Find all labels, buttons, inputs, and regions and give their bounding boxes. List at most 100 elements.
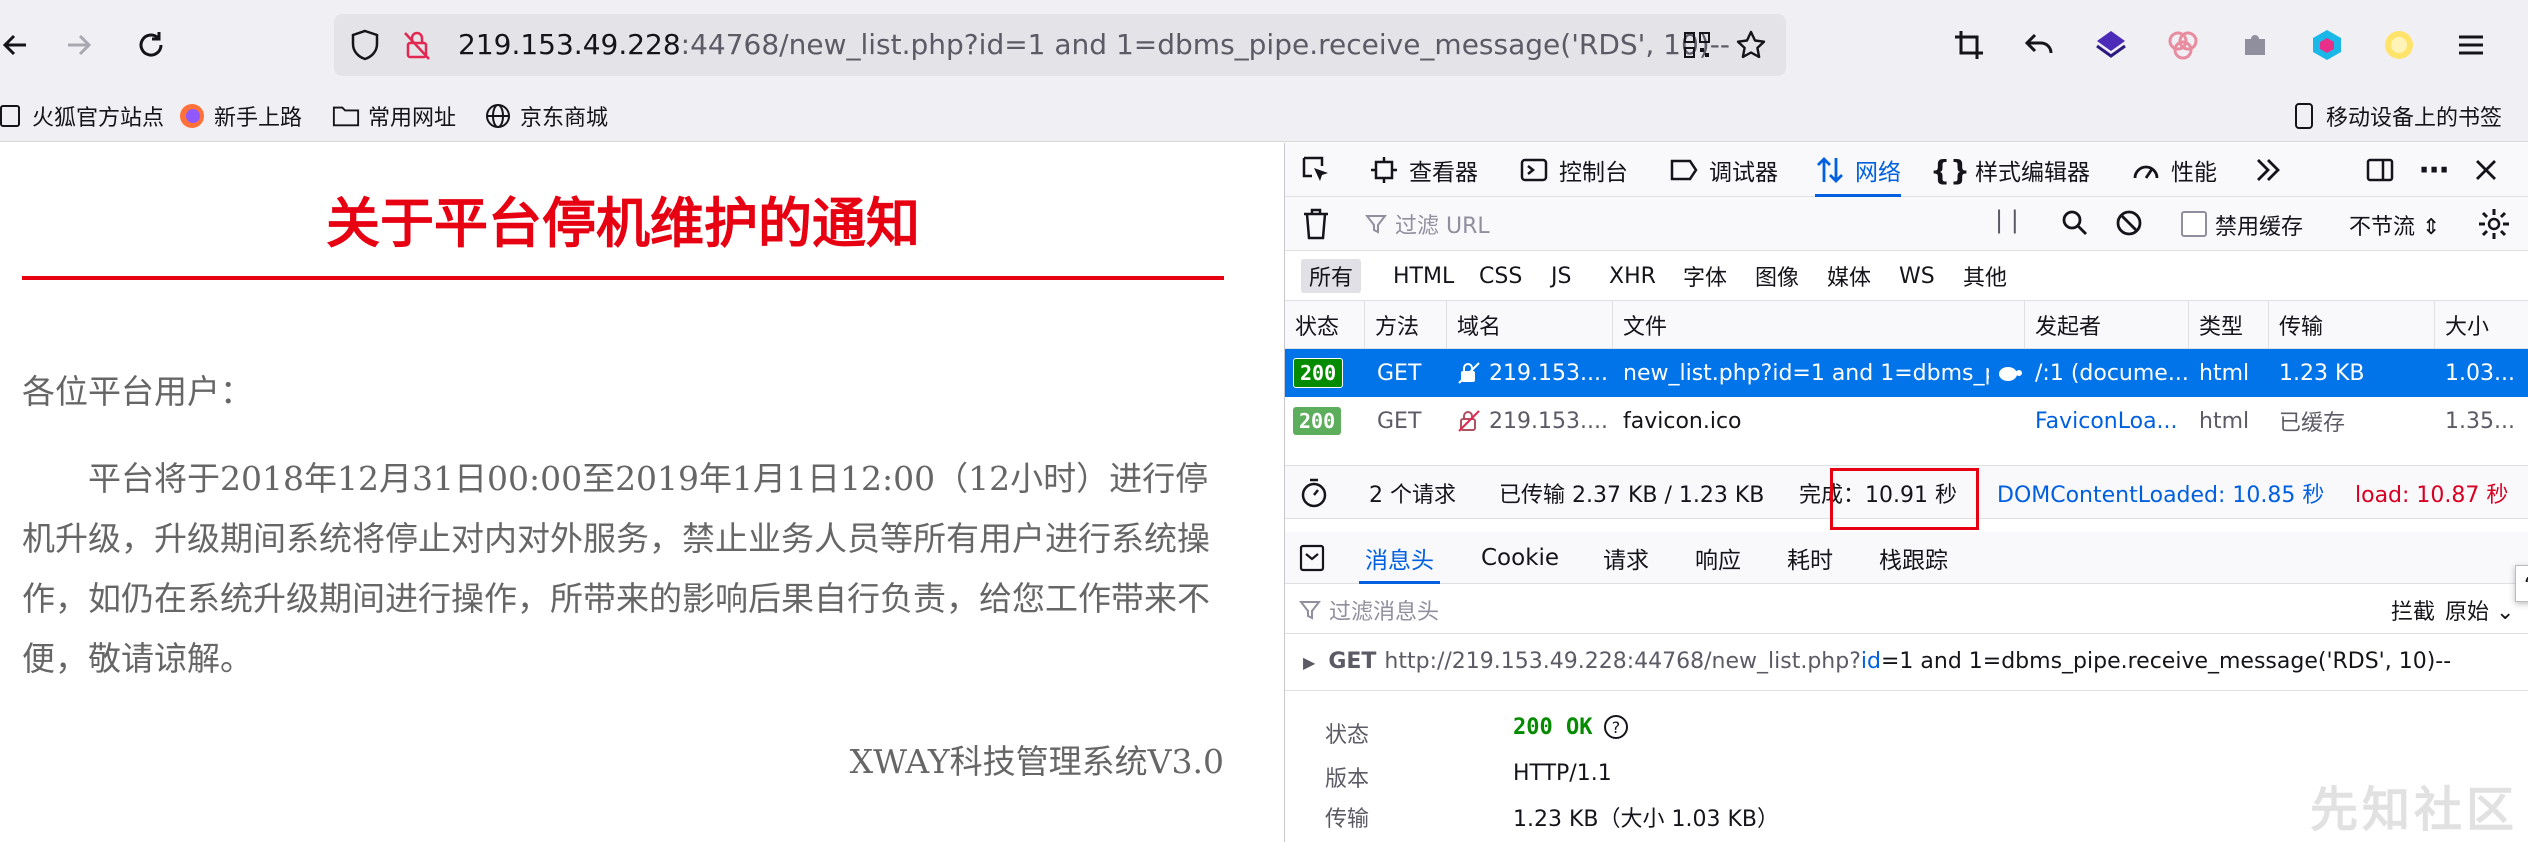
column-size[interactable]: 大小: [2435, 301, 2528, 349]
type-filter-css[interactable]: CSS: [1471, 259, 1530, 293]
bookmark-mobile[interactable]: 移动设备上的书签: [2290, 98, 2502, 134]
column-initiator[interactable]: 发起者: [2025, 301, 2189, 349]
request-summary-line[interactable]: ▶ GET http://219.153.49.228:44768/new_lis…: [1303, 649, 2451, 674]
url-host: 219.153.49.228: [458, 28, 681, 61]
gear-icon: [2479, 209, 2509, 239]
type-filter-xhr[interactable]: XHR: [1601, 259, 1664, 293]
shield-icon[interactable]: [348, 28, 382, 62]
stopwatch-icon[interactable]: [1299, 466, 1329, 520]
type-filter-other[interactable]: 其他: [1955, 259, 2015, 293]
search-icon: [2062, 210, 2087, 235]
tab-headers[interactable]: 消息头: [1359, 532, 1440, 584]
summary-dom-content-loaded: DOMContentLoaded: 10.85 秒: [1997, 483, 2325, 508]
divider: [1285, 690, 2528, 691]
table-row[interactable]: 200 GET 219.153.... favicon.ico FaviconL…: [1285, 397, 2528, 445]
tab-label: 网络: [1855, 160, 1901, 186]
dock-toggle-button[interactable]: [2365, 143, 2405, 197]
bookmark-getting-started[interactable]: 新手上路: [178, 98, 302, 134]
extension-puzzle-icon[interactable]: [2234, 24, 2276, 66]
tab-stack-trace[interactable]: 栈跟踪: [1879, 532, 1948, 584]
insecure-lock-icon[interactable]: [400, 28, 434, 62]
column-domain[interactable]: 域名: [1447, 301, 1613, 349]
block-button[interactable]: 拦截: [2391, 594, 2435, 626]
clear-requests-button[interactable]: [1301, 207, 1331, 247]
headers-filter-input[interactable]: 过滤消息头: [1299, 594, 1439, 626]
close-panel-icon[interactable]: [1299, 532, 1325, 584]
tab-style-editor[interactable]: {} 样式编辑器: [1930, 143, 2090, 197]
column-method[interactable]: 方法: [1365, 301, 1447, 349]
undo-icon[interactable]: [2018, 24, 2060, 66]
request-initiator[interactable]: FaviconLoa...: [2025, 397, 2189, 445]
request-table-header: 状态 方法 域名 文件 发起者 类型 传输 大小: [1285, 301, 2528, 349]
status-code-text: 200 OK: [1513, 714, 1593, 740]
type-filter-all[interactable]: 所有: [1301, 259, 1362, 293]
forward-button[interactable]: [56, 22, 102, 68]
pause-button[interactable]: | |: [1995, 206, 2019, 234]
tab-label: 查看器: [1409, 160, 1478, 186]
block-requests-button[interactable]: [2115, 209, 2143, 243]
address-bar[interactable]: 219.153.49.228:44768/new_list.php?id=1 a…: [334, 14, 1786, 76]
qr-code-icon[interactable]: [1680, 28, 1714, 62]
tracker-turtle-icon: [1985, 349, 2025, 397]
throttle-select[interactable]: 不节流 ⇕: [2349, 209, 2440, 241]
extension-yellow-circle-icon[interactable]: [2378, 24, 2420, 66]
type-filter-ws[interactable]: WS: [1891, 259, 1943, 293]
tab-label: 调试器: [1709, 160, 1778, 186]
type-filter-media[interactable]: 媒体: [1819, 259, 1879, 293]
bookmark-star-icon[interactable]: [1734, 28, 1768, 62]
disable-cache-label: 禁用缓存: [2215, 215, 2304, 240]
hamburger-menu-icon[interactable]: [2450, 24, 2492, 66]
extension-layers-icon[interactable]: [2090, 24, 2132, 66]
search-button[interactable]: [2061, 209, 2089, 243]
column-status[interactable]: 状态: [1285, 301, 1365, 349]
type-filter-html[interactable]: HTML: [1385, 259, 1462, 293]
tab-performance[interactable]: 性能: [2131, 143, 2217, 197]
tab-debugger[interactable]: 调试器: [1669, 143, 1778, 197]
tab-cookies[interactable]: Cookie: [1481, 532, 1559, 584]
column-type[interactable]: 类型: [2189, 301, 2269, 349]
tab-timings[interactable]: 耗时: [1787, 532, 1833, 584]
extension-circles-icon[interactable]: [2162, 24, 2204, 66]
element-picker-button[interactable]: [1301, 143, 1341, 197]
bookmark-firefox-official[interactable]: 火狐官方站点: [0, 98, 164, 134]
more-tools-button[interactable]: [2253, 143, 2293, 197]
bookmark-jd-mall[interactable]: 京东商城: [484, 98, 608, 134]
screenshot-icon[interactable]: [1948, 24, 1990, 66]
url-filter-input[interactable]: 过滤 URL: [1365, 205, 1865, 243]
tab-label: 性能: [2171, 160, 2217, 186]
request-size: 1.03...: [2445, 360, 2515, 386]
close-icon: [2471, 155, 2501, 185]
bookmark-label: 京东商城: [520, 106, 609, 131]
request-line-param: id: [1860, 649, 1881, 674]
tab-network[interactable]: 网络: [1815, 143, 1901, 197]
close-devtools-button[interactable]: [2471, 143, 2511, 197]
devtools-toolbar: 查看器 控制台 调试器 网络 {} 样式编辑器 性能 ⋯: [1285, 143, 2528, 197]
disable-cache-checkbox[interactable]: [2181, 211, 2207, 237]
type-filter-font[interactable]: 字体: [1675, 259, 1735, 293]
raw-toggle[interactable]: 原始 ⌄: [2445, 594, 2514, 626]
arrow-right-icon: [68, 34, 92, 56]
tab-inspector[interactable]: 查看器: [1369, 143, 1478, 197]
bookmark-label: 常用网址: [368, 106, 457, 131]
url-text[interactable]: 219.153.49.228:44768/new_list.php?id=1 a…: [458, 26, 1730, 64]
extension-cube-icon[interactable]: [2306, 24, 2348, 66]
back-button[interactable]: [0, 22, 38, 68]
column-transferred[interactable]: 传输: [2269, 301, 2435, 349]
table-row[interactable]: 200 GET 219.153.... new_list.php?id=1 an…: [1285, 349, 2528, 397]
tab-response[interactable]: 响应: [1695, 532, 1741, 584]
bookmark-label: 新手上路: [214, 106, 303, 131]
type-filter-images[interactable]: 图像: [1747, 259, 1807, 293]
tab-console[interactable]: 控制台: [1519, 143, 1628, 197]
watermark: 先知社区: [2309, 782, 2518, 838]
type-filter-js[interactable]: JS: [1543, 259, 1579, 293]
help-icon[interactable]: ?: [1602, 713, 1630, 741]
bookmark-common-sites[interactable]: 常用网址: [332, 98, 456, 134]
network-settings-button[interactable]: [2477, 207, 2511, 247]
devtools-options-button[interactable]: ⋯: [2419, 143, 2459, 197]
bookmark-label: 火狐官方站点: [32, 106, 165, 131]
column-file[interactable]: 文件: [1613, 301, 2025, 349]
request-initiator[interactable]: /:1 (docume...: [2025, 349, 2189, 397]
reload-button[interactable]: [128, 22, 174, 68]
tab-request[interactable]: 请求: [1603, 532, 1649, 584]
notice-greeting: 各位平台用户：: [22, 372, 253, 411]
